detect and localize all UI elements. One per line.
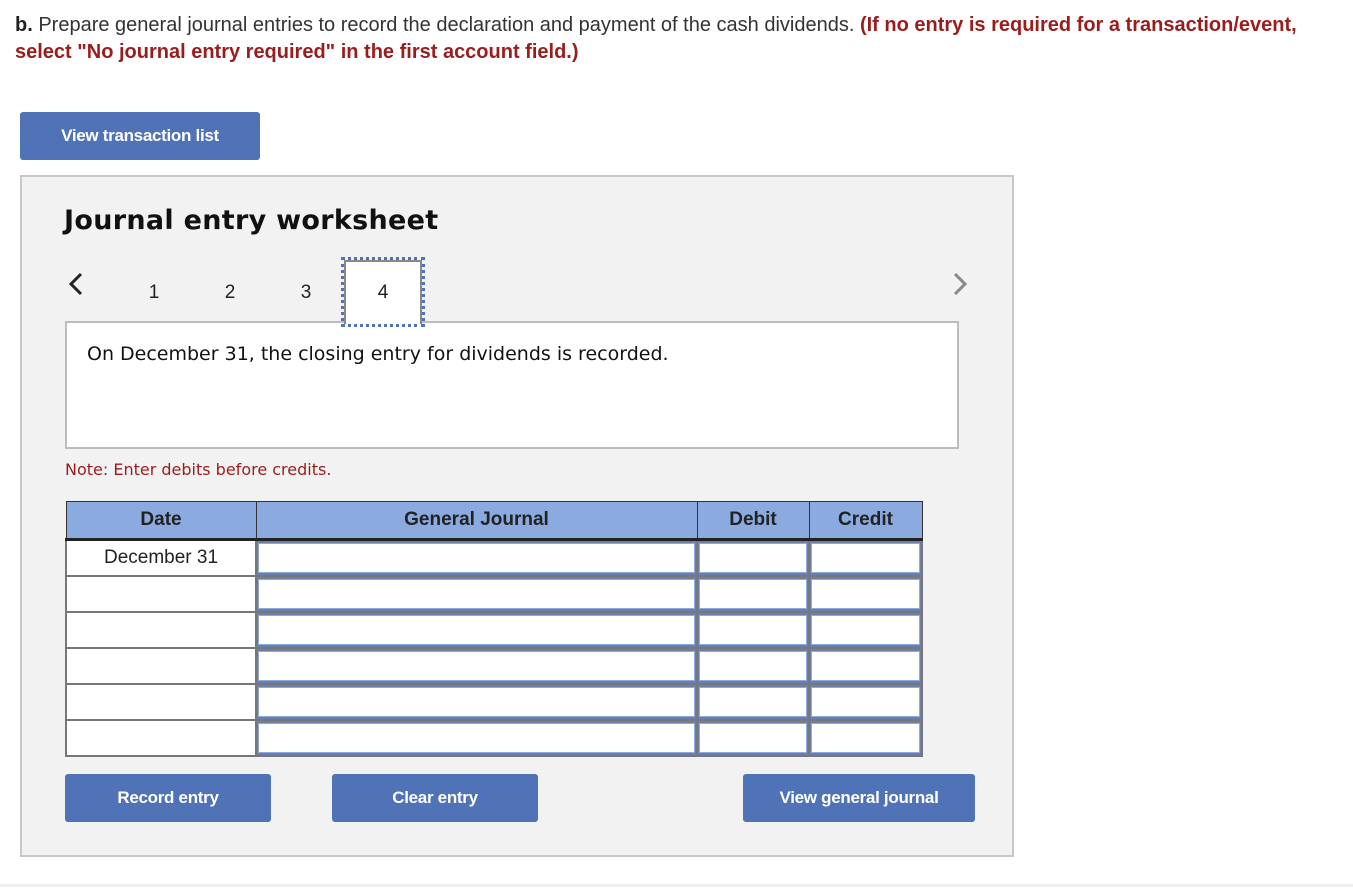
debit-cell	[696, 538, 810, 577]
step-tab-4-active[interactable]: 4	[341, 257, 425, 327]
debit-cell	[696, 647, 810, 685]
journal-row	[65, 719, 923, 757]
account-select[interactable]	[258, 651, 695, 681]
account-select[interactable]	[258, 723, 695, 753]
journal-row	[65, 647, 923, 685]
credit-input[interactable]	[811, 543, 920, 573]
chevron-left-icon	[68, 272, 83, 296]
account-cell	[255, 575, 698, 613]
step-tab-1[interactable]: 1	[116, 263, 192, 323]
date-cell	[65, 647, 257, 685]
debit-cell	[696, 575, 810, 613]
part-label: b.	[15, 14, 33, 36]
account-cell	[255, 611, 698, 649]
instructions: b. Prepare general journal entries to re…	[15, 12, 1335, 66]
date-cell	[65, 611, 257, 649]
credit-cell	[808, 611, 923, 649]
header-date: Date	[65, 501, 257, 541]
account-select[interactable]	[258, 615, 695, 645]
account-cell	[255, 647, 698, 685]
date-cell	[65, 683, 257, 721]
view-general-journal-button[interactable]: View general journal	[743, 774, 975, 822]
credit-cell	[808, 575, 923, 613]
journal-table-header: Date General Journal Debit Credit	[65, 501, 923, 541]
transaction-description: On December 31, the closing entry for di…	[87, 343, 669, 365]
header-credit: Credit	[808, 501, 923, 541]
account-cell	[255, 719, 698, 757]
clear-entry-button[interactable]: Clear entry	[332, 774, 538, 822]
debit-input[interactable]	[699, 723, 807, 753]
view-transaction-list-button[interactable]: View transaction list	[20, 112, 260, 160]
record-entry-button[interactable]: Record entry	[65, 774, 271, 822]
credit-cell	[808, 719, 923, 757]
debit-cell	[696, 719, 810, 757]
chevron-right-icon	[953, 272, 968, 296]
instructions-text: Prepare general journal entries to recor…	[32, 14, 860, 36]
step-tab-2[interactable]: 2	[192, 263, 268, 323]
transaction-description-box: On December 31, the closing entry for di…	[65, 321, 959, 449]
entry-note: Note: Enter debits before credits.	[65, 460, 332, 479]
debit-cell	[696, 683, 810, 721]
bottom-divider	[0, 884, 1353, 887]
debit-cell	[696, 611, 810, 649]
debit-input[interactable]	[699, 579, 807, 609]
step-tab-3[interactable]: 3	[268, 263, 344, 323]
credit-cell	[808, 647, 923, 685]
journal-row	[65, 611, 923, 649]
debit-input[interactable]	[699, 543, 807, 573]
debit-input[interactable]	[699, 651, 807, 681]
account-cell	[255, 683, 698, 721]
date-cell: December 31	[65, 538, 257, 577]
journal-row: December 31	[65, 538, 923, 577]
credit-input[interactable]	[811, 687, 920, 717]
account-select[interactable]	[258, 687, 695, 717]
account-select[interactable]	[258, 579, 695, 609]
credit-cell	[808, 538, 923, 577]
journal-row	[65, 575, 923, 613]
date-cell	[65, 719, 257, 757]
journal-entry-worksheet-panel: Journal entry worksheet 1 2 3 4 On Decem…	[20, 175, 1014, 857]
account-cell	[255, 538, 698, 577]
worksheet-title: Journal entry worksheet	[64, 205, 439, 236]
credit-input[interactable]	[811, 723, 920, 753]
header-debit: Debit	[696, 501, 810, 541]
account-select[interactable]	[258, 543, 695, 573]
next-step-button[interactable]	[948, 269, 972, 299]
journal-table: Date General Journal Debit Credit Decemb…	[65, 501, 923, 757]
credit-input[interactable]	[811, 579, 920, 609]
previous-step-button[interactable]	[64, 269, 88, 299]
credit-input[interactable]	[811, 615, 920, 645]
debit-input[interactable]	[699, 687, 807, 717]
date-cell	[65, 575, 257, 613]
debit-input[interactable]	[699, 615, 807, 645]
credit-input[interactable]	[811, 651, 920, 681]
journal-row	[65, 683, 923, 721]
header-general-journal: General Journal	[255, 501, 698, 541]
credit-cell	[808, 683, 923, 721]
